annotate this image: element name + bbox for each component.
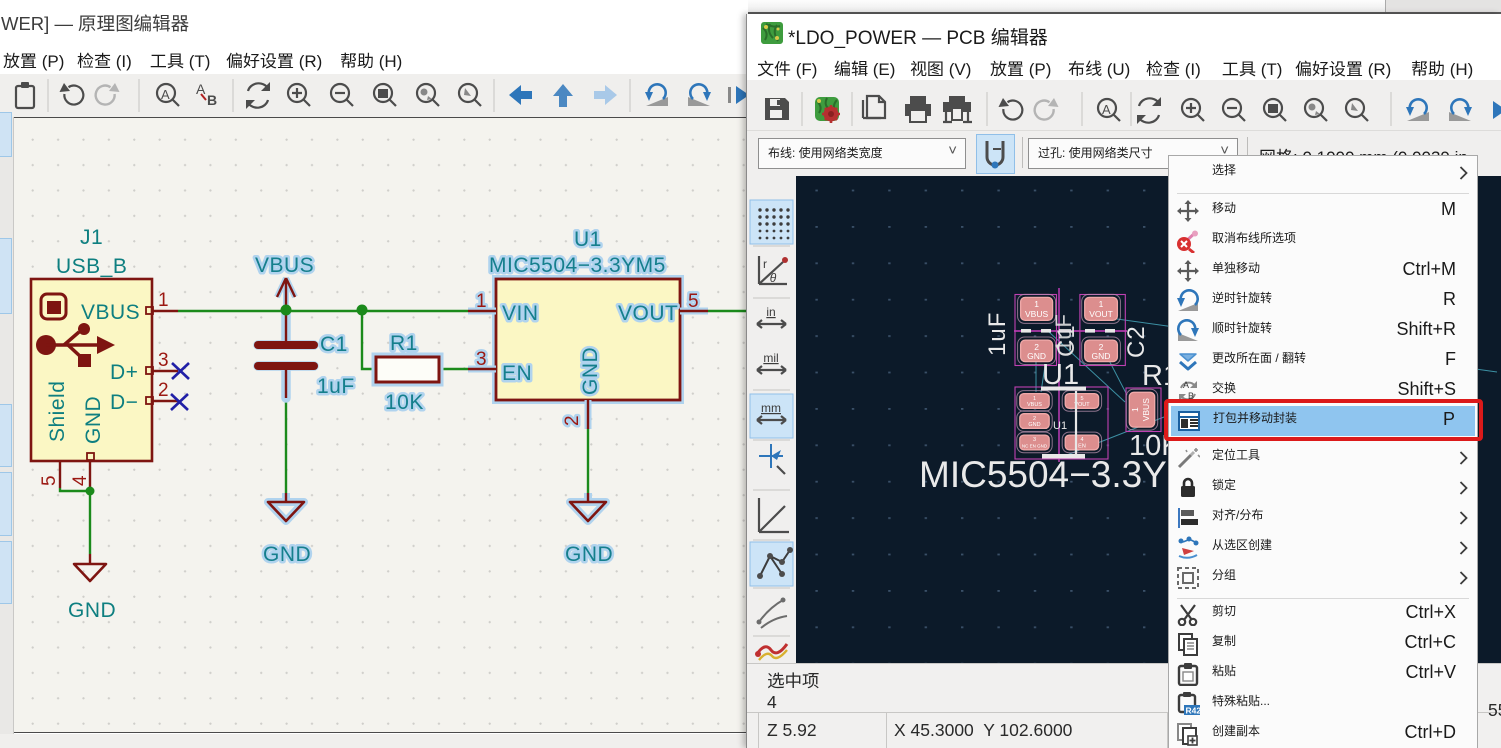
svg-text:1uF: 1uF — [1051, 314, 1076, 352]
svg-text:1: 1 — [476, 291, 487, 312]
svg-text:U1: U1 — [1053, 420, 1067, 432]
svg-text:1uF: 1uF — [984, 312, 1011, 356]
svg-text:3: 3 — [476, 349, 487, 370]
svg-text:2: 2 — [562, 415, 583, 426]
svg-text:C2: C2 — [1123, 325, 1150, 358]
svg-text:1: 1 — [1099, 299, 1104, 309]
svg-text:5: 5 — [39, 475, 60, 486]
svg-text:GND: GND — [1092, 351, 1111, 361]
svg-text:MIC5504−3.3YM5: MIC5504−3.3YM5 — [489, 254, 666, 277]
svg-text:VBUS: VBUS — [1141, 398, 1151, 421]
svg-text:C1: C1 — [320, 333, 348, 356]
svg-text:D−: D− — [110, 391, 138, 414]
svg-text:VOUT: VOUT — [1089, 309, 1113, 319]
svg-text:in: in — [766, 305, 775, 319]
svg-text:GND: GND — [263, 543, 311, 566]
svg-text:mil: mil — [763, 351, 778, 365]
svg-text:USB_B: USB_B — [56, 255, 127, 278]
svg-text:θ: θ — [770, 271, 777, 285]
svg-text:4: 4 — [1080, 437, 1083, 443]
svg-text:GND: GND — [565, 543, 613, 566]
svg-text:VBUS: VBUS — [1025, 309, 1048, 319]
svg-text:VBUS: VBUS — [1027, 402, 1042, 408]
svg-text:1: 1 — [158, 290, 169, 311]
svg-text:GND: GND — [68, 599, 116, 622]
svg-text:4: 4 — [70, 475, 91, 486]
svg-text:r: r — [763, 257, 767, 271]
svg-text:1: 1 — [1130, 407, 1140, 412]
svg-text:EN: EN — [502, 362, 532, 385]
svg-text:GND: GND — [579, 347, 602, 395]
svg-text:R1: R1 — [390, 332, 418, 355]
svg-text:A: A — [161, 87, 170, 102]
svg-text:GND: GND — [1028, 422, 1040, 428]
svg-text:10K: 10K — [385, 391, 424, 414]
svg-text:A: A — [1102, 102, 1111, 117]
svg-text:U1: U1 — [1042, 359, 1079, 391]
svg-text:B: B — [207, 92, 217, 108]
svg-text:mm: mm — [761, 401, 781, 415]
svg-text:D+: D+ — [110, 361, 138, 384]
svg-text:GND: GND — [82, 396, 105, 444]
svg-text:VOUT: VOUT — [618, 302, 678, 325]
svg-text:VIN: VIN — [502, 302, 539, 325]
svg-text:VBUS: VBUS — [81, 301, 140, 324]
svg-text:3: 3 — [158, 350, 169, 371]
svg-text:Shield: Shield — [46, 381, 69, 442]
svg-text:EN: EN — [1078, 444, 1086, 450]
svg-text:1uF: 1uF — [317, 375, 355, 398]
svg-text:J1: J1 — [80, 226, 103, 249]
svg-text:NC EN GND: NC EN GND — [1022, 444, 1048, 449]
svg-text:U1: U1 — [574, 228, 602, 251]
svg-text:2: 2 — [158, 380, 169, 401]
svg-text:3: 3 — [1033, 437, 1036, 443]
svg-text:VBUS: VBUS — [255, 254, 314, 277]
svg-text:1: 1 — [1034, 299, 1039, 309]
svg-text:5: 5 — [688, 291, 699, 312]
